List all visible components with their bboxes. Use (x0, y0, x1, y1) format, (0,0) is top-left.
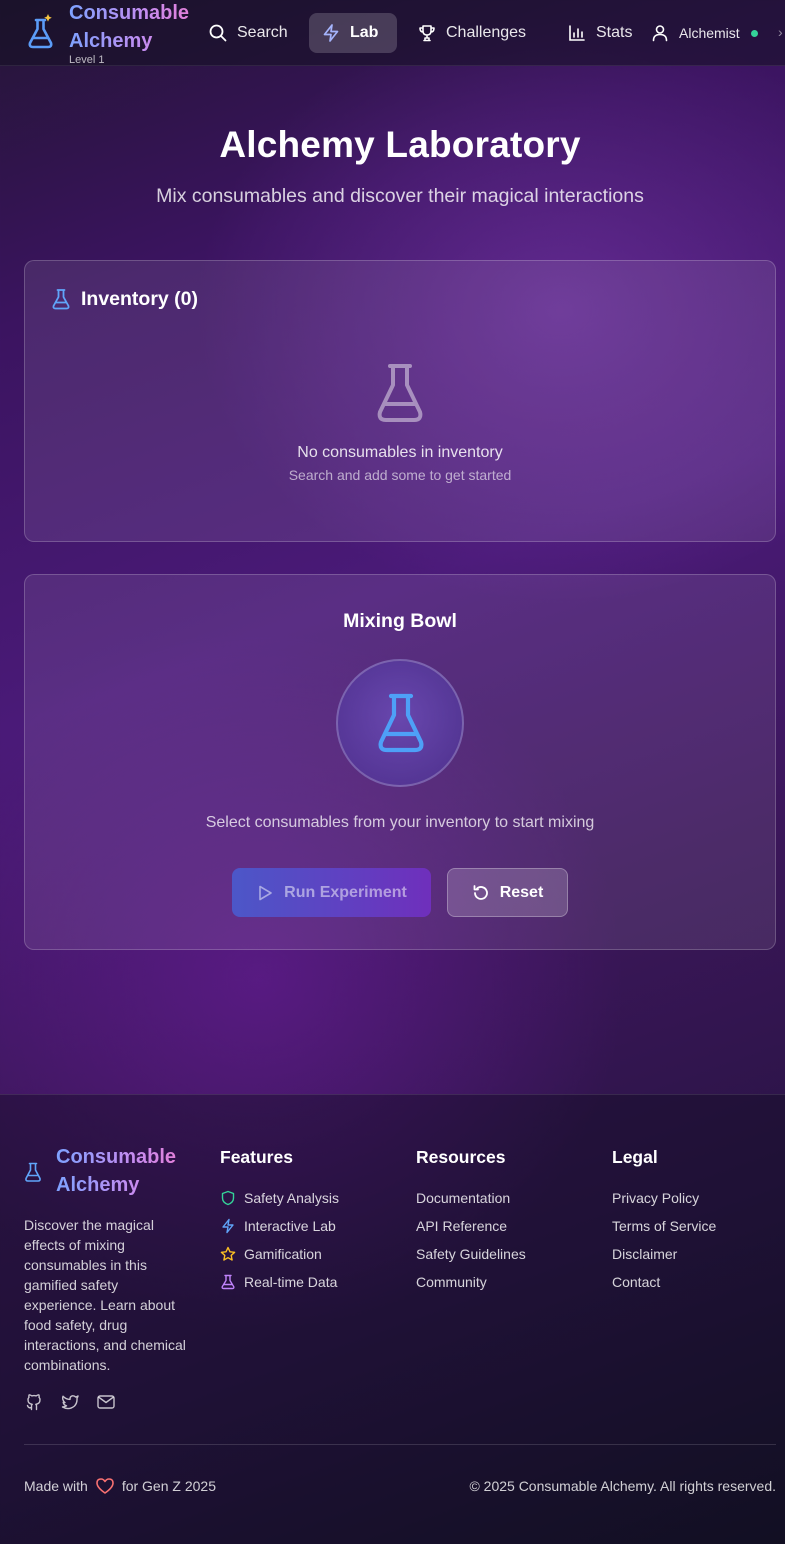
footer-resources-title: Resources (416, 1147, 506, 1167)
user-name: Alchemist (679, 25, 740, 41)
nav-stats[interactable]: Stats (555, 13, 644, 53)
reset-icon (472, 884, 490, 902)
top-navbar: Consumable Alchemy Level 1 Search Lab Ch… (0, 0, 785, 66)
nav-lab[interactable]: Lab (309, 13, 397, 53)
copyright: © 2025 Consumable Alchemy. All rights re… (469, 1478, 776, 1494)
lightning-icon (220, 1218, 236, 1234)
inventory-title: Inventory (0) (81, 287, 199, 310)
run-experiment-label: Run Experiment (284, 883, 407, 901)
user-menu[interactable]: Alchemist (650, 13, 758, 53)
footer-link-label: Gamification (244, 1246, 322, 1262)
footer-link-safety-analysis[interactable]: Safety Analysis (220, 1184, 339, 1212)
brand-title: Consumable Alchemy (69, 0, 209, 55)
footer-link-contact[interactable]: Contact (612, 1268, 716, 1296)
nav-stats-label: Stats (596, 24, 633, 41)
footer-link-label: Safety Analysis (244, 1190, 339, 1206)
footer-link-interactive-lab[interactable]: Interactive Lab (220, 1212, 339, 1240)
star-icon (220, 1246, 236, 1262)
mixing-bowl-panel: Mixing Bowl Select consumables from your… (24, 574, 776, 950)
footer-divider (24, 1444, 776, 1445)
footer-features-column: Features Safety Analysis Interactive Lab… (220, 1147, 339, 1296)
footer-brand-title: Consumable Alchemy (56, 1143, 196, 1199)
bar-chart-icon (567, 23, 587, 43)
footer-link-terms-of-service[interactable]: Terms of Service (612, 1212, 716, 1240)
inventory-empty-title: No consumables in inventory (297, 444, 503, 461)
footer-link-real-time-data[interactable]: Real-time Data (220, 1268, 339, 1296)
footer-link-community[interactable]: Community (416, 1268, 526, 1296)
made-with-note: Made with for Gen Z 2025 (24, 1477, 216, 1495)
nav-lab-label: Lab (350, 24, 379, 41)
mixing-bowl-title: Mixing Bowl (343, 610, 457, 632)
chevron-right-icon: › (778, 24, 783, 40)
footer: Consumable Alchemy Discover the magical … (0, 1094, 785, 1544)
shield-icon (220, 1190, 236, 1206)
nav-search-label: Search (237, 24, 288, 41)
heart-icon (95, 1477, 115, 1495)
reset-button[interactable]: Reset (447, 868, 568, 917)
user-level: Level 1 (69, 54, 105, 66)
footer-features-title: Features (220, 1147, 293, 1167)
nav-challenges-label: Challenges (446, 24, 527, 41)
nav-search[interactable]: Search (196, 13, 300, 53)
footer-link-label: Interactive Lab (244, 1218, 336, 1234)
flask-logo-icon (26, 12, 56, 50)
github-icon[interactable] (24, 1392, 44, 1412)
empty-flask-icon (375, 361, 425, 425)
twitter-icon[interactable] (60, 1392, 80, 1412)
trophy-icon (417, 23, 437, 43)
footer-link-disclaimer[interactable]: Disclaimer (612, 1240, 716, 1268)
nav-challenges[interactable]: Challenges (405, 13, 538, 53)
footer-link-documentation[interactable]: Documentation (416, 1184, 526, 1212)
online-status-dot (750, 29, 758, 37)
made-with-suffix: for Gen Z 2025 (121, 1478, 216, 1494)
footer-legal-title: Legal (612, 1147, 658, 1167)
user-icon (650, 23, 670, 43)
made-with-prefix: Made with (24, 1478, 88, 1494)
mail-icon[interactable] (96, 1392, 116, 1412)
footer-resources-column: Resources Documentation API Reference Sa… (416, 1147, 526, 1296)
flask-logo-icon (24, 1161, 42, 1183)
footer-link-privacy-policy[interactable]: Privacy Policy (612, 1184, 716, 1212)
play-icon (256, 884, 274, 902)
footer-link-safety-guidelines[interactable]: Safety Guidelines (416, 1240, 526, 1268)
inventory-header: Inventory (0) (51, 287, 198, 311)
page-subtitle: Mix consumables and discover their magic… (156, 185, 644, 207)
reset-label: Reset (499, 883, 544, 901)
search-icon (208, 23, 228, 43)
flask-icon (220, 1274, 236, 1290)
page-title: Alchemy Laboratory (219, 124, 581, 165)
inventory-empty-hint: Search and add some to get started (288, 467, 512, 483)
footer-link-api-reference[interactable]: API Reference (416, 1212, 526, 1240)
mixing-hint: Select consumables from your inventory t… (205, 814, 595, 831)
mixing-bowl[interactable] (336, 659, 464, 787)
lightning-icon (321, 23, 341, 43)
run-experiment-button[interactable]: Run Experiment (232, 868, 431, 917)
flask-icon (376, 691, 426, 755)
social-links (24, 1392, 116, 1412)
inventory-panel: Inventory (0) No consumables in inventor… (24, 260, 776, 542)
footer-description: Discover the magical effects of mixing c… (24, 1217, 186, 1373)
footer-link-label: Real-time Data (244, 1274, 338, 1290)
footer-legal-column: Legal Privacy Policy Terms of Service Di… (612, 1147, 716, 1296)
flask-icon (51, 287, 71, 311)
footer-link-gamification[interactable]: Gamification (220, 1240, 339, 1268)
